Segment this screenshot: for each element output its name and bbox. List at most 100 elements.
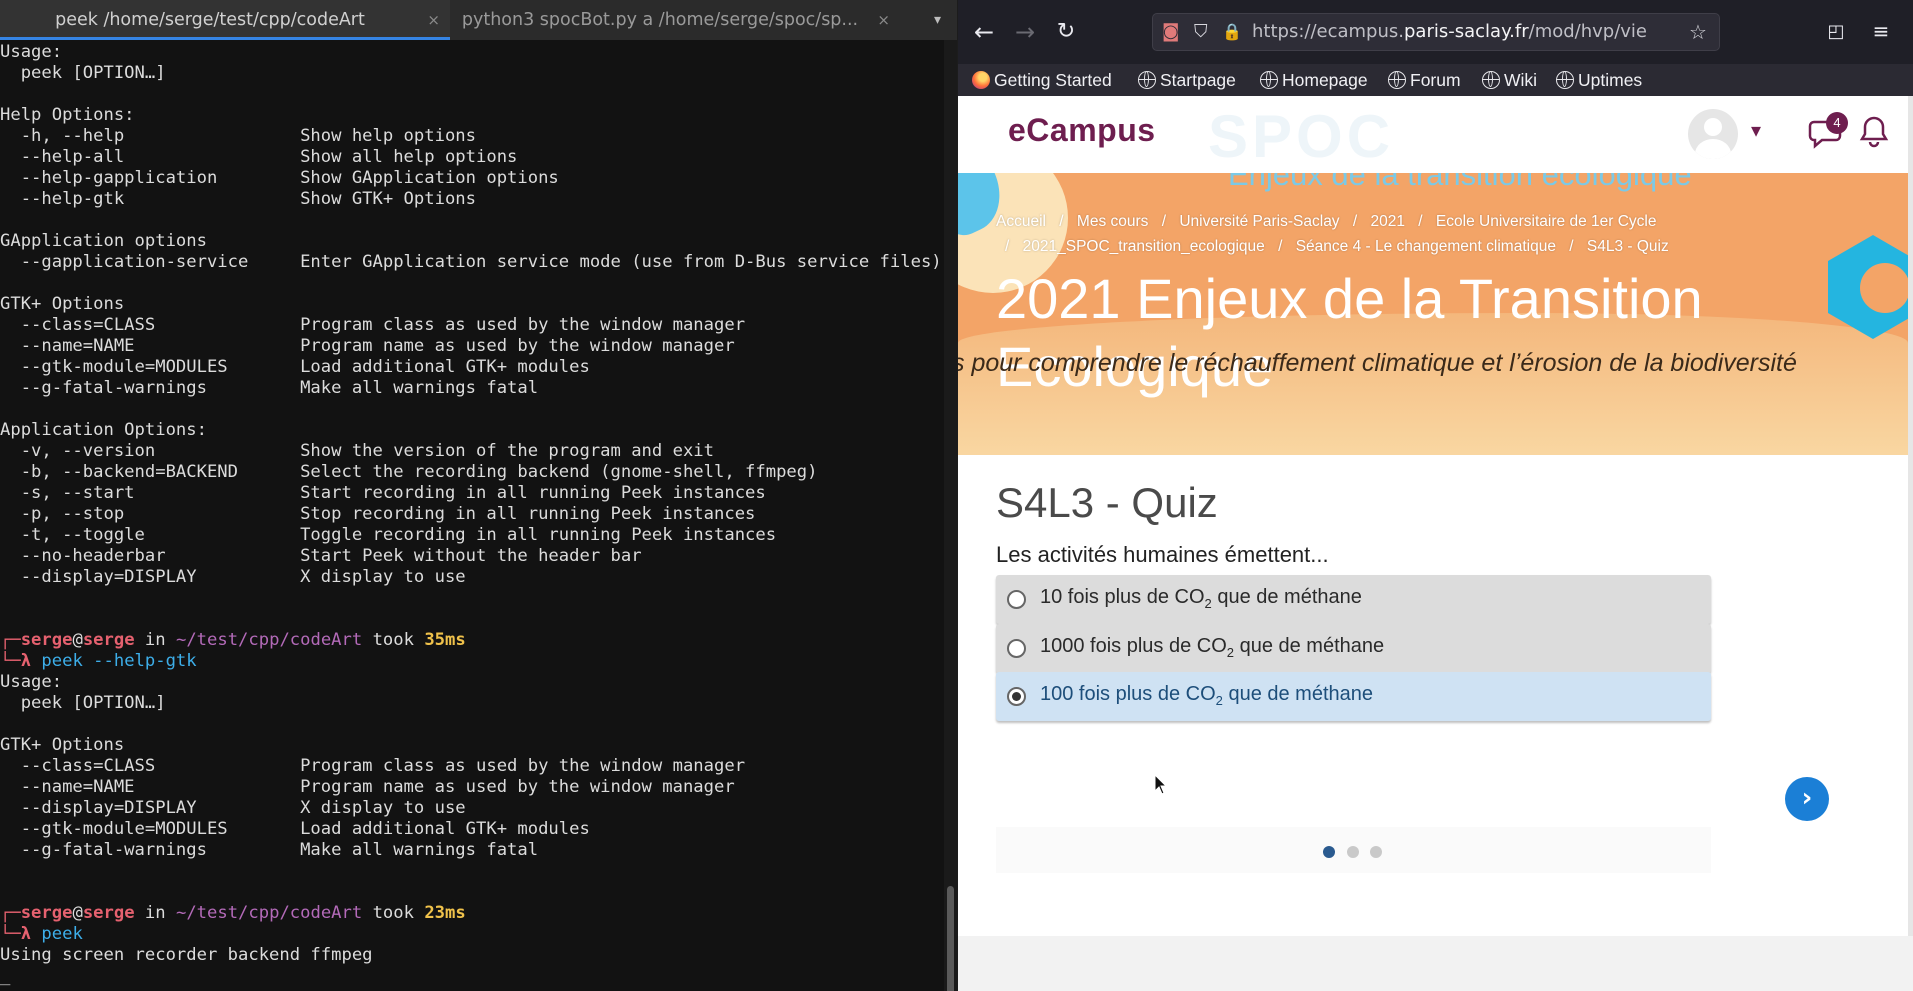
bookmark-startpage[interactable]: Startpage xyxy=(1138,64,1236,96)
bookmark-star-icon[interactable]: ☆ xyxy=(1689,14,1707,50)
terminal-line: GTK+ Options xyxy=(0,294,125,314)
quiz-option[interactable]: 100 fois plus de CO2 que de méthane xyxy=(996,672,1711,721)
terminal-line: --g-fatal-warnings Make all warnings fat… xyxy=(0,840,539,860)
breadcrumb-item[interactable]: Accueil xyxy=(996,213,1046,230)
terminal-line: -t, --toggle Toggle recording in all run… xyxy=(0,525,777,545)
option-subscript: 2 xyxy=(1226,644,1235,660)
terminal-command-line: └─λ peek --help-gtk xyxy=(0,651,944,672)
page-title: S4L3 - Quiz xyxy=(996,479,1218,526)
bookmark-homepage[interactable]: Homepage xyxy=(1260,64,1368,96)
terminal-line: --name=NAME Program name as used by the … xyxy=(0,336,735,356)
globe-icon xyxy=(1260,71,1278,89)
terminal-line: peek [OPTION…] xyxy=(0,63,166,83)
tab-list-dropdown-icon[interactable]: ▾ xyxy=(925,0,950,40)
terminal-line: --gtk-module=MODULES Load additional GTK… xyxy=(0,819,590,839)
breadcrumb-item[interactable]: 2021 xyxy=(1371,213,1405,230)
course-banner: Enjeux de la transition écologique Accue… xyxy=(958,173,1908,455)
breadcrumb: Accueil / Mes cours / Université Paris-S… xyxy=(996,209,1876,259)
terminal-scrollbar-thumb[interactable] xyxy=(947,886,954,991)
bell-icon[interactable] xyxy=(1857,114,1891,148)
pagination-dot[interactable] xyxy=(1370,846,1382,858)
terminal-scrollbar[interactable] xyxy=(944,40,957,991)
globe-icon xyxy=(1388,71,1406,89)
breadcrumb-item[interactable]: 2021_SPOC_transition_ecologique xyxy=(1023,238,1265,255)
breadcrumb-separator: / xyxy=(1569,238,1574,255)
terminal-command: peek xyxy=(41,924,83,944)
terminal-tab-peek[interactable]: peek /home/serge/test/cpp/codeArt × xyxy=(0,0,450,40)
hamburger-menu-icon[interactable]: ≡ xyxy=(1868,18,1894,44)
terminal-prompt-line: ┌─serge@serge in ~/test/cpp/codeArt took… xyxy=(0,903,944,924)
breadcrumb-separator: / xyxy=(1418,213,1423,230)
quiz-option[interactable]: 10 fois plus de CO2 que de méthane xyxy=(996,575,1711,624)
shield-icon[interactable]: ⛉ xyxy=(1194,14,1208,50)
option-text: 10 fois plus de CO xyxy=(1040,586,1205,608)
terminal-tab-spocbot[interactable]: python3 spocBot.py a /home/serge/spoc/sp… xyxy=(450,0,900,40)
option-text: que de méthane xyxy=(1234,634,1385,657)
quiz-option-label: 1000 fois plus de CO2 que de méthane xyxy=(1040,635,1384,660)
breadcrumb-item[interactable]: Université Paris-Saclay xyxy=(1179,213,1339,230)
terminal-line: -h, --help Show help options xyxy=(0,126,476,146)
terminal-window[interactable]: peek /home/serge/test/cpp/codeArt × pyth… xyxy=(0,0,957,991)
radio-selected-icon[interactable] xyxy=(1007,687,1026,706)
terminal-tab-bar: peek /home/serge/test/cpp/codeArt × pyth… xyxy=(0,0,957,40)
breadcrumb-item: S4L3 - Quiz xyxy=(1586,238,1669,255)
page-scrollbar[interactable] xyxy=(1908,96,1913,936)
breadcrumb-separator: / xyxy=(1278,238,1283,255)
terminal-line: GTK+ Options xyxy=(0,735,125,755)
quiz-option[interactable]: 1000 fois plus de CO2 que de méthane xyxy=(996,623,1711,673)
terminal-line: -p, --stop Stop recording in all running… xyxy=(0,504,756,524)
breadcrumb-item[interactable]: Séance 4 - Le changement climatique xyxy=(1296,238,1556,255)
url-bar[interactable]: ◙ ⛉ 🔒 https://ecampus.paris-saclay.fr/mo… xyxy=(1152,13,1720,51)
breadcrumb-separator: / xyxy=(1352,213,1358,230)
prompt-at: @ xyxy=(72,903,83,923)
radio-icon[interactable] xyxy=(1007,638,1026,658)
breadcrumb-item[interactable]: Mes cours xyxy=(1077,213,1149,230)
terminal-line: --gtk-module=MODULES Load additional GTK… xyxy=(0,357,590,377)
option-text: 100 fois plus de CO xyxy=(1040,683,1216,705)
prompt-lambda: └─λ xyxy=(0,651,42,671)
mouse-cursor-icon xyxy=(1154,774,1168,795)
prompt-corner: ┌─ xyxy=(0,630,21,650)
pagination-dot[interactable] xyxy=(1346,846,1359,858)
lock-icon[interactable]: 🔒 xyxy=(1222,14,1242,50)
terminal-command: peek --help-gtk xyxy=(41,651,197,671)
pocket-icon[interactable]: ◰ xyxy=(1824,20,1848,44)
close-icon[interactable]: × xyxy=(427,0,440,37)
globe-icon xyxy=(1138,71,1156,89)
terminal-line: GApplication options xyxy=(0,231,207,251)
bookmark-forum[interactable]: Forum xyxy=(1388,64,1461,96)
pagination-dot[interactable] xyxy=(1323,846,1335,858)
terminal-line: Help Options: xyxy=(0,105,135,125)
back-arrow-icon[interactable]: ← xyxy=(966,14,1002,50)
terminal-line: -b, --backend=BACKEND Select the recordi… xyxy=(0,462,818,482)
url-text[interactable]: https://ecampus.paris-saclay.fr/mod/hvp/… xyxy=(1252,14,1647,50)
terminal-output[interactable]: Usage: peek [OPTION…] Help Options: -h, -… xyxy=(0,42,944,991)
ecampus-page: SPOC eCampus ▾ 4 Enjeux de la transition… xyxy=(958,96,1908,936)
user-avatar[interactable] xyxy=(1688,109,1738,159)
terminal-line: Using screen recorder backend ffmpeg xyxy=(0,945,373,965)
radio-icon[interactable] xyxy=(1007,590,1026,609)
close-icon[interactable]: × xyxy=(877,0,890,40)
next-button[interactable]: › xyxy=(1785,777,1829,821)
prompt-host: serge xyxy=(82,630,135,650)
browser-toolbar: ← → ↻ ◙ ⛉ 🔒 https://ecampus.paris-saclay… xyxy=(958,0,1913,64)
tracker-icon[interactable]: ◙ xyxy=(1162,14,1179,50)
reload-icon[interactable]: ↻ xyxy=(1048,14,1084,50)
globe-icon xyxy=(1482,71,1500,89)
user-menu-caret-icon[interactable]: ▾ xyxy=(1751,118,1761,142)
breadcrumb-item[interactable]: Ecole Universitaire de 1er Cycle xyxy=(1436,213,1657,230)
site-brand-logo[interactable]: eCampus xyxy=(1008,112,1156,149)
bookmark-getting-started[interactable]: Getting Started xyxy=(972,64,1112,96)
terminal-line: --no-headerbar Start Peek without the he… xyxy=(0,546,642,566)
breadcrumb-separator: / xyxy=(1059,213,1064,230)
prompt-in: in xyxy=(134,630,176,650)
option-text: que de méthane xyxy=(1211,586,1362,608)
forward-arrow-icon[interactable]: → xyxy=(1007,14,1043,50)
bookmark-wiki[interactable]: Wiki xyxy=(1482,64,1537,96)
terminal-line: _ xyxy=(0,966,11,986)
bookmarks-toolbar: Getting Started Startpage Homepage Forum… xyxy=(958,64,1913,96)
bookmark-uptimes[interactable]: Uptimes xyxy=(1556,64,1642,96)
